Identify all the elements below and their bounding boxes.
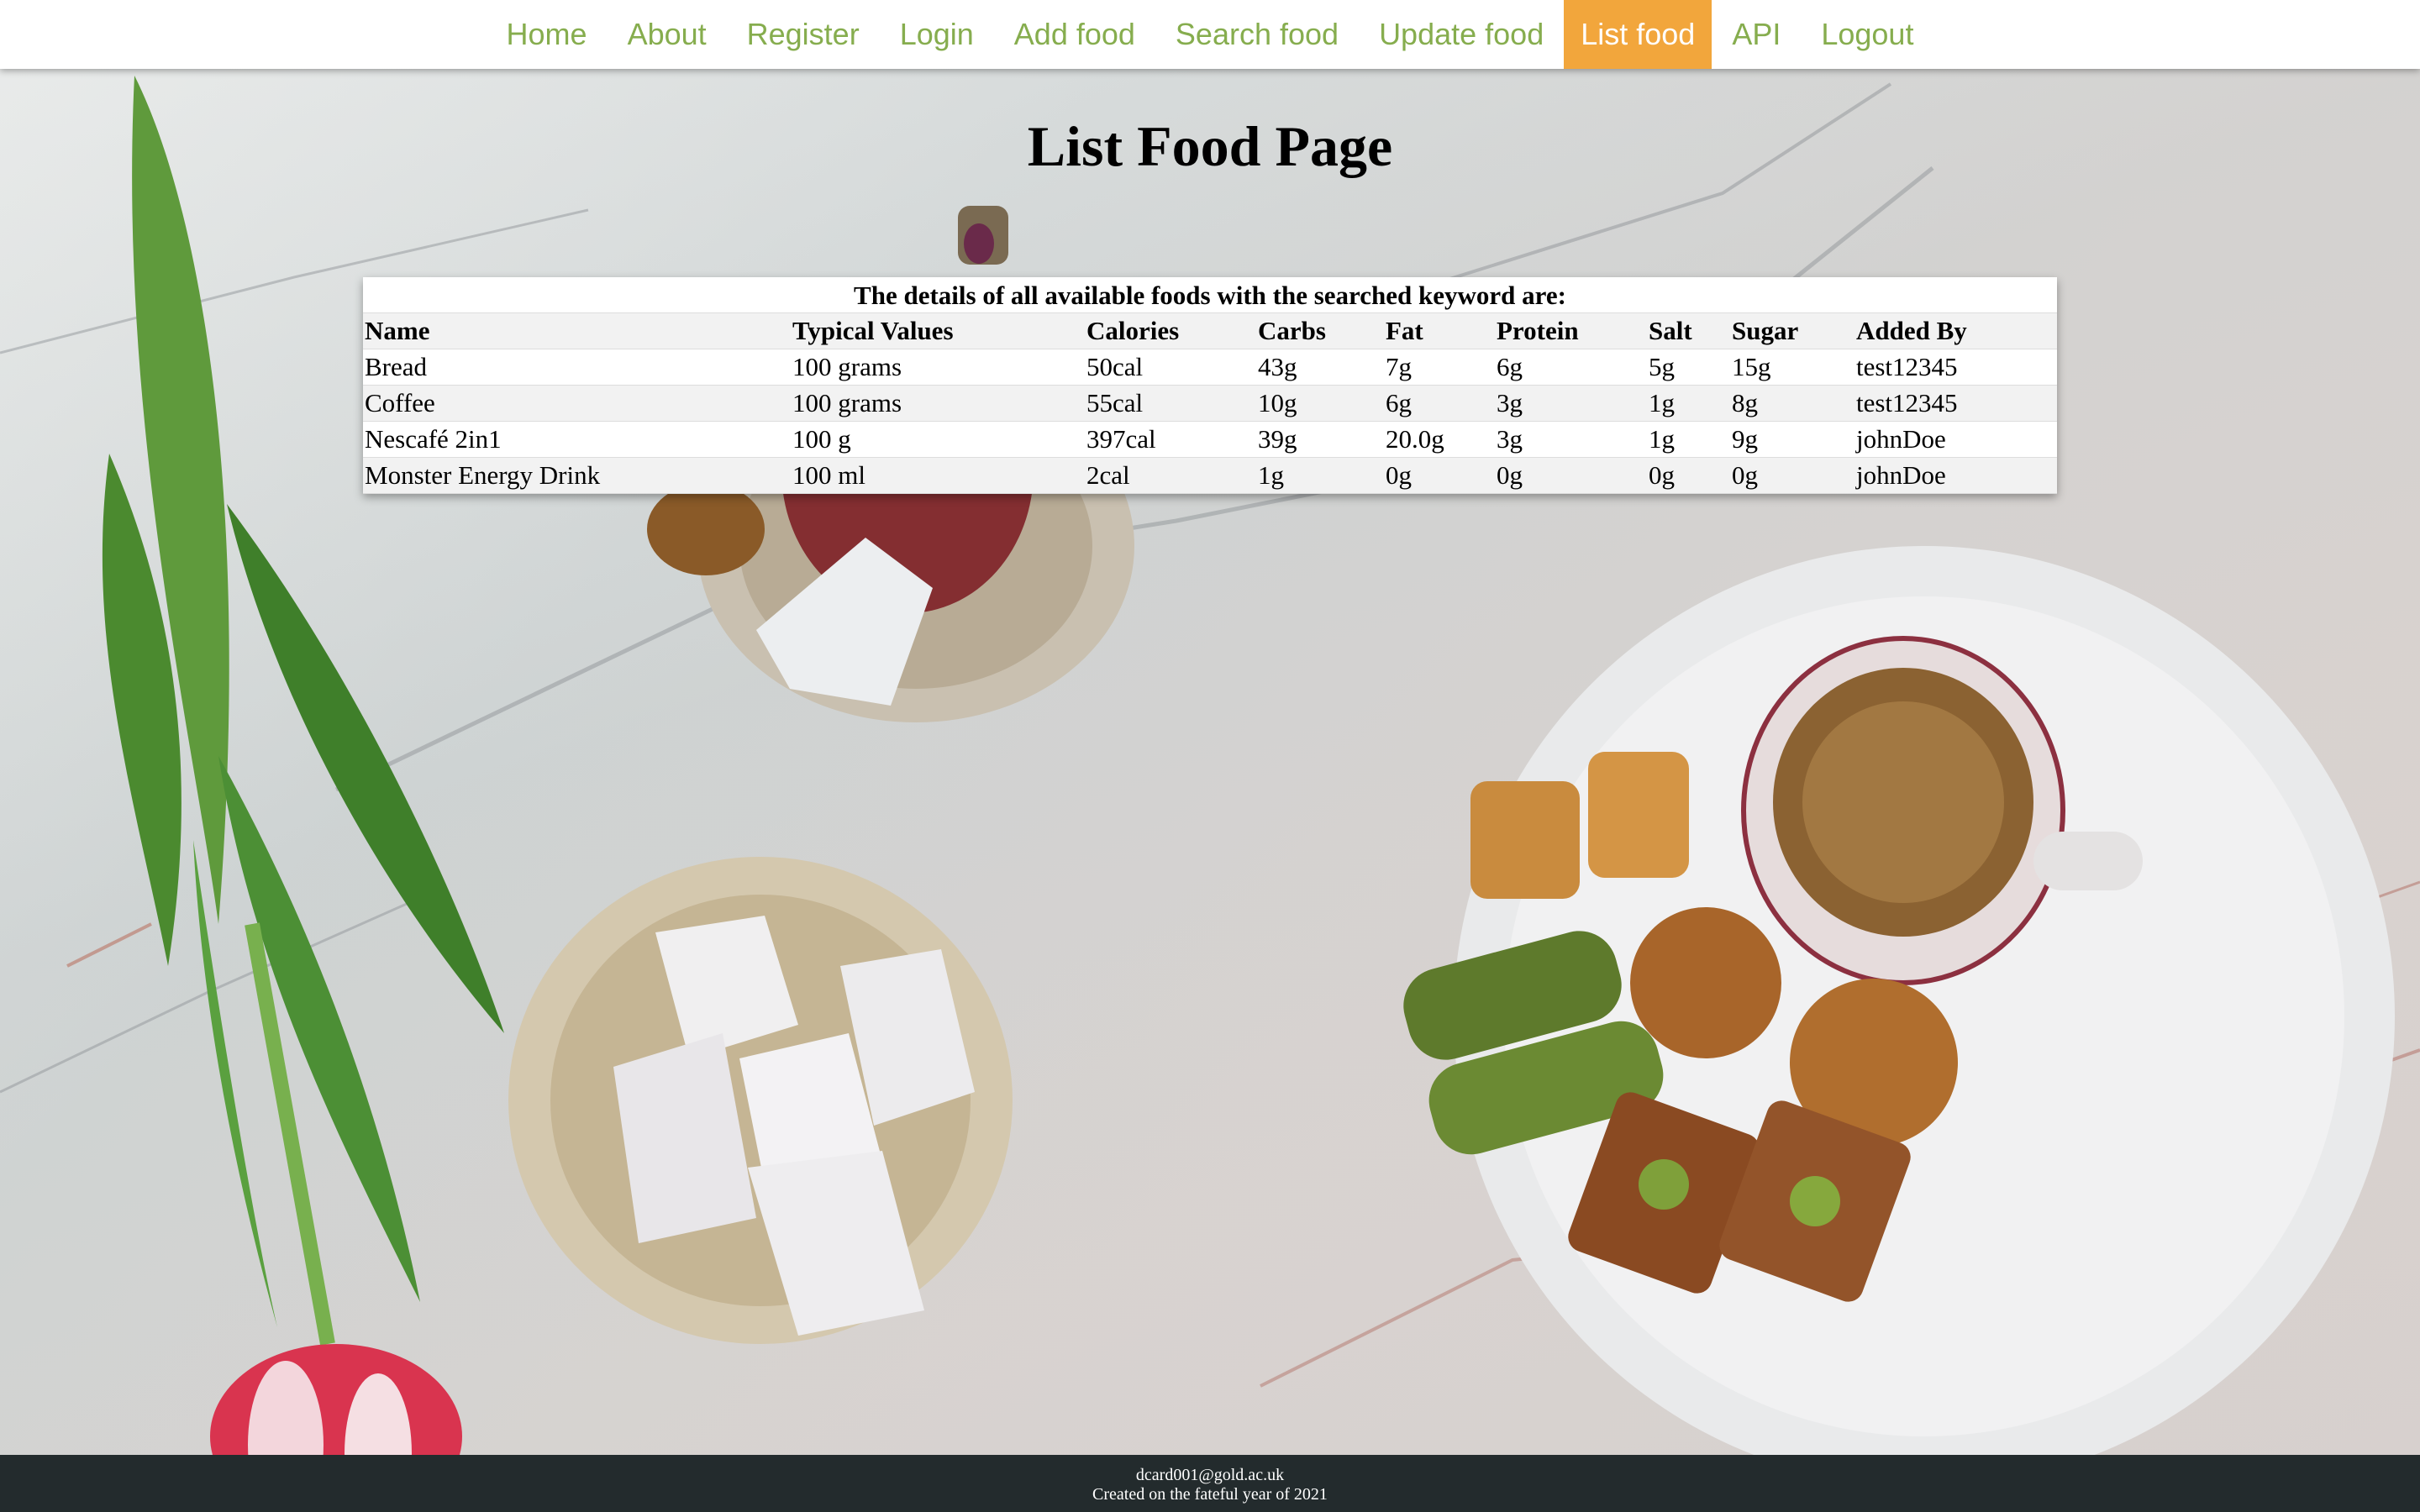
- cell-name: Monster Energy Drink: [363, 457, 791, 494]
- nav-list-food-link[interactable]: List food: [1564, 0, 1712, 69]
- cell-carbs: 10g: [1256, 385, 1384, 422]
- nav-api-link[interactable]: API: [1712, 0, 1801, 69]
- cell-calories: 2cal: [1085, 457, 1256, 494]
- nav-add-food-link[interactable]: Add food: [994, 0, 1155, 69]
- footer-email: dcard001@gold.ac.uk: [1135, 1466, 1285, 1484]
- cell-sugar: 9g: [1730, 421, 1854, 458]
- cell-calories: 50cal: [1085, 349, 1256, 386]
- header-sugar: Sugar: [1730, 313, 1854, 349]
- header-calories: Calories: [1085, 313, 1256, 349]
- table-caption: The details of all available foods with …: [363, 277, 2057, 313]
- food-table: The details of all available foods with …: [363, 277, 2057, 494]
- top-navbar: Home About Register Login Add food Searc…: [0, 0, 2420, 69]
- cell-carbs: 43g: [1256, 349, 1384, 386]
- cell-fat: 0g: [1384, 457, 1495, 494]
- cell-typical-values: 100 grams: [791, 349, 1085, 386]
- table-row: Nescafé 2in1 100 g 397cal 39g 20.0g 3g 1…: [363, 421, 2057, 458]
- header-fat: Fat: [1384, 313, 1495, 349]
- cell-typical-values: 100 ml: [791, 457, 1085, 494]
- cell-calories: 397cal: [1085, 421, 1256, 458]
- cell-salt: 0g: [1647, 457, 1730, 494]
- cell-salt: 5g: [1647, 349, 1730, 386]
- cell-added-by: test12345: [1854, 385, 2057, 422]
- nav-login-link[interactable]: Login: [880, 0, 994, 69]
- table-row: Monster Energy Drink 100 ml 2cal 1g 0g 0…: [363, 457, 2057, 494]
- header-carbs: Carbs: [1256, 313, 1384, 349]
- cell-carbs: 39g: [1256, 421, 1384, 458]
- background-image: [0, 0, 2420, 1512]
- cell-name: Coffee: [363, 385, 791, 422]
- header-salt: Salt: [1647, 313, 1730, 349]
- cell-protein: 3g: [1495, 421, 1647, 458]
- nav-list: Home About Register Login Add food Searc…: [487, 0, 1934, 69]
- table-row: Bread 100 grams 50cal 43g 7g 6g 5g 15g t…: [363, 349, 2057, 386]
- cell-salt: 1g: [1647, 385, 1730, 422]
- table-header-row: Name Typical Values Calories Carbs Fat P…: [363, 313, 2057, 349]
- table-row: Coffee 100 grams 55cal 10g 6g 3g 1g 8g t…: [363, 385, 2057, 422]
- lokum-plate: [508, 857, 1013, 1344]
- cell-name: Nescafé 2in1: [363, 421, 791, 458]
- nav-about-link[interactable]: About: [608, 0, 727, 69]
- background-scene: [0, 76, 2420, 1512]
- nav-search-food-link[interactable]: Search food: [1155, 0, 1359, 69]
- nav-home-link[interactable]: Home: [487, 0, 608, 69]
- header-typical-values: Typical Values: [791, 313, 1085, 349]
- dessert-plate: [1403, 546, 2395, 1487]
- page-title: List Food Page: [1027, 114, 1393, 178]
- header-name: Name: [363, 313, 791, 349]
- cell-sugar: 8g: [1730, 385, 1854, 422]
- cell-fat: 20.0g: [1384, 421, 1495, 458]
- cell-typical-values: 100 grams: [791, 385, 1085, 422]
- cell-carbs: 1g: [1256, 457, 1384, 494]
- cell-added-by: johnDoe: [1854, 421, 2057, 458]
- footer-note: Created on the fateful year of 2021: [1092, 1485, 1328, 1504]
- cell-sugar: 15g: [1730, 349, 1854, 386]
- cell-salt: 1g: [1647, 421, 1730, 458]
- nav-register-link[interactable]: Register: [727, 0, 880, 69]
- cell-calories: 55cal: [1085, 385, 1256, 422]
- cell-added-by: johnDoe: [1854, 457, 2057, 494]
- food-table-container: The details of all available foods with …: [363, 277, 2057, 494]
- page-footer: dcard001@gold.ac.uk Created on the fatef…: [0, 1455, 2420, 1512]
- header-added-by: Added By: [1854, 313, 2057, 349]
- cell-added-by: test12345: [1854, 349, 2057, 386]
- cell-typical-values: 100 g: [791, 421, 1085, 458]
- cell-fat: 6g: [1384, 385, 1495, 422]
- cell-name: Bread: [363, 349, 791, 386]
- tulip-leaves: [102, 76, 504, 1346]
- cell-sugar: 0g: [1730, 457, 1854, 494]
- header-protein: Protein: [1495, 313, 1647, 349]
- nav-update-food-link[interactable]: Update food: [1359, 0, 1564, 69]
- nav-logout-link[interactable]: Logout: [1801, 0, 1933, 69]
- cell-protein: 3g: [1495, 385, 1647, 422]
- cell-protein: 0g: [1495, 457, 1647, 494]
- cell-fat: 7g: [1384, 349, 1495, 386]
- cell-protein: 6g: [1495, 349, 1647, 386]
